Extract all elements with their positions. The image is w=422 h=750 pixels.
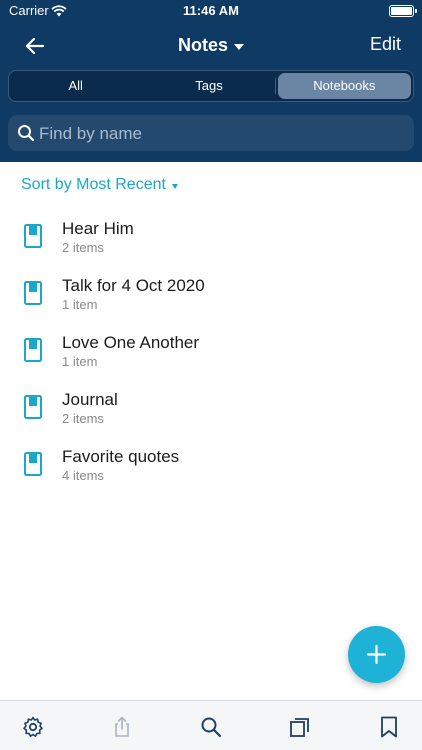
notebook-row[interactable]: Talk for 4 Oct 2020 1 item — [0, 269, 422, 326]
notebook-row[interactable]: Hear Him 2 items — [0, 212, 422, 269]
clock: 11:46 AM — [183, 3, 239, 18]
copy-icon[interactable] — [288, 715, 312, 739]
segmented-control: All Tags Notebooks — [8, 70, 414, 102]
sort-dropdown[interactable]: Sort by Most Recent — [21, 176, 178, 194]
search-placeholder: Find by name — [39, 124, 142, 143]
bookmark-icon[interactable] — [377, 715, 401, 739]
caret-down-icon — [171, 183, 178, 189]
search-icon[interactable] — [199, 715, 223, 739]
notebook-row[interactable]: Favorite quotes 4 items — [0, 440, 422, 497]
chevron-down-icon — [234, 43, 244, 50]
header: Carrier 11:46 AM Notes Edit All Tags Not… — [0, 0, 422, 162]
nav-title: Notes — [0, 35, 422, 56]
notebook-title: Journal — [62, 390, 118, 409]
notebook-icon — [24, 338, 42, 367]
notebook-count: 1 item — [62, 297, 98, 312]
battery-icon — [389, 5, 417, 17]
gear-icon[interactable] — [21, 715, 45, 739]
navigation-bar: Notes Edit — [0, 24, 422, 68]
notebook-count: 2 items — [62, 411, 104, 426]
notebook-title: Love One Another — [62, 333, 200, 352]
segment-all[interactable]: All — [9, 71, 142, 101]
notes-menu-button[interactable]: Notes — [178, 35, 244, 56]
search-field[interactable]: Find by name — [8, 115, 414, 151]
segment-tags[interactable]: Tags — [142, 71, 276, 101]
plus-icon — [366, 644, 387, 665]
share-icon[interactable] — [110, 715, 134, 739]
search-icon — [17, 124, 35, 147]
notebook-icon — [24, 224, 42, 253]
notebook-row[interactable]: Love One Another 1 item — [0, 326, 422, 383]
notebook-title: Talk for 4 Oct 2020 — [62, 276, 205, 295]
notebook-count: 1 item — [62, 354, 98, 369]
notebook-icon — [24, 395, 42, 424]
notebook-row[interactable]: Journal 2 items — [0, 383, 422, 440]
nav-title-label: Notes — [177, 35, 228, 55]
notebook-count: 4 items — [62, 468, 104, 483]
notebook-list: Hear Him 2 items Talk for 4 Oct 2020 1 i… — [0, 212, 422, 497]
segment-notebooks[interactable]: Notebooks — [277, 73, 411, 99]
notebook-icon — [24, 452, 42, 481]
status-bar: Carrier 11:46 AM — [0, 0, 422, 24]
edit-button[interactable]: Edit — [370, 34, 401, 55]
notebook-count: 2 items — [62, 240, 104, 255]
add-notebook-button[interactable] — [348, 626, 405, 683]
notebook-title: Favorite quotes — [62, 447, 180, 466]
bottom-toolbar — [0, 700, 422, 750]
sort-label: Sort by Most Recent — [21, 176, 166, 193]
notebook-icon — [24, 281, 42, 310]
notebook-title: Hear Him — [62, 219, 134, 238]
